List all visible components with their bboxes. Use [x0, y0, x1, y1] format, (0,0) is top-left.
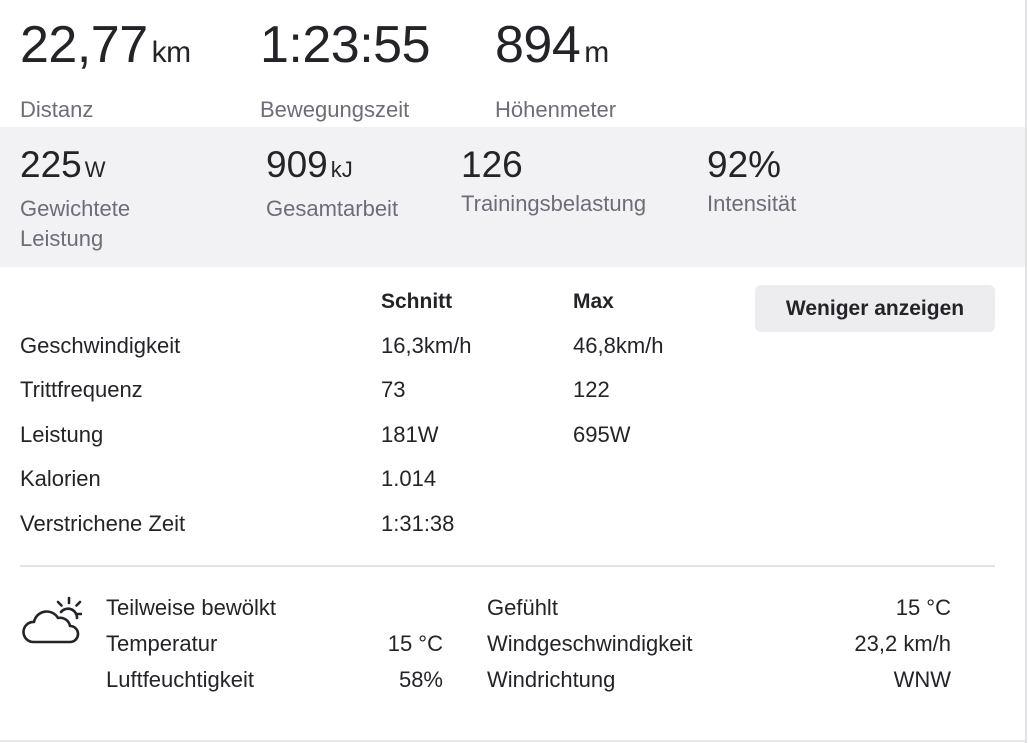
stat-distance-unit: km [151, 36, 192, 69]
stat-moving-time-label: Bewegungszeit [260, 97, 410, 122]
stat-distance: 22,77 km Distanz [20, 19, 191, 123]
row-label-speed: Geschwindigkeit [20, 333, 181, 358]
show-less-button[interactable]: Weniger anzeigen [755, 285, 995, 332]
humidity-value: 58% [398, 667, 443, 692]
section-divider [20, 565, 995, 567]
column-header-avg: Schnitt [381, 290, 453, 313]
power-max: 695W [573, 422, 631, 447]
stat-weighted-power: 225 W Gewichtete Leistung [20, 145, 130, 254]
wind-speed-value: 23,2 km/h [854, 631, 951, 656]
wind-direction-label: Windrichtung [487, 667, 616, 692]
stat-intensity: 92% Intensität [707, 145, 796, 219]
column-header-max: Max [573, 290, 614, 313]
calories-avg: 1.014 [381, 466, 437, 491]
feels-like-label: Gefühlt [487, 595, 558, 620]
humidity-label: Luftfeuchtigkeit [106, 667, 254, 692]
stat-training-load-value: 126 [461, 144, 523, 185]
stat-weighted-power-value: 225 W [20, 144, 106, 185]
stat-distance-value: 22,77 km [20, 16, 192, 74]
temperature-label: Temperatur [106, 631, 218, 656]
weather-condition: Teilweise bewölkt [106, 595, 276, 620]
row-label-power: Leistung [20, 422, 104, 447]
stat-total-work-value: 909 kJ [266, 144, 353, 185]
stat-elevation-value: 894 m [495, 16, 609, 74]
stat-total-work: 909 kJ Gesamtarbeit [266, 145, 398, 224]
power-avg: 181W [381, 422, 439, 447]
speed-avg: 16,3km/h [381, 333, 472, 358]
cadence-max: 122 [573, 377, 610, 402]
partly-cloudy-icon [22, 596, 83, 646]
stat-intensity-value: 92% [707, 144, 782, 185]
temperature-value: 15 °C [387, 631, 443, 656]
feels-like-value: 15 °C [895, 595, 951, 620]
stat-intensity-label: Intensität [707, 191, 797, 216]
panel-right-border [1025, 0, 1027, 743]
row-label-calories: Kalorien [20, 466, 101, 491]
wind-direction-value: WNW [893, 667, 951, 692]
elapsed-time-avg: 1:31:38 [381, 511, 455, 536]
panel-bottom-border [0, 740, 1025, 742]
row-label-elapsed-time: Verstrichene Zeit [20, 511, 186, 536]
stat-weighted-power-label: Gewichtete Leistung [20, 196, 131, 251]
stat-distance-label: Distanz [20, 97, 94, 122]
stat-moving-time-value: 1:23:55 [260, 16, 431, 74]
speed-max: 46,8km/h [573, 333, 664, 358]
stat-elevation: 894 m Höhenmeter [495, 19, 616, 123]
cadence-avg: 73 [381, 377, 406, 402]
row-label-cadence: Trittfrequenz [20, 377, 143, 402]
stat-elevation-unit: m [584, 36, 609, 69]
stat-elevation-label: Höhenmeter [495, 97, 617, 122]
stat-moving-time: 1:23:55 Bewegungszeit [260, 19, 434, 123]
stat-training-load: 126 Trainingsbelastung [461, 145, 646, 219]
stat-total-work-label: Gesamtarbeit [266, 196, 399, 221]
wind-speed-label: Windgeschwindigkeit [487, 631, 693, 656]
stat-training-load-label: Trainingsbelastung [461, 191, 647, 216]
